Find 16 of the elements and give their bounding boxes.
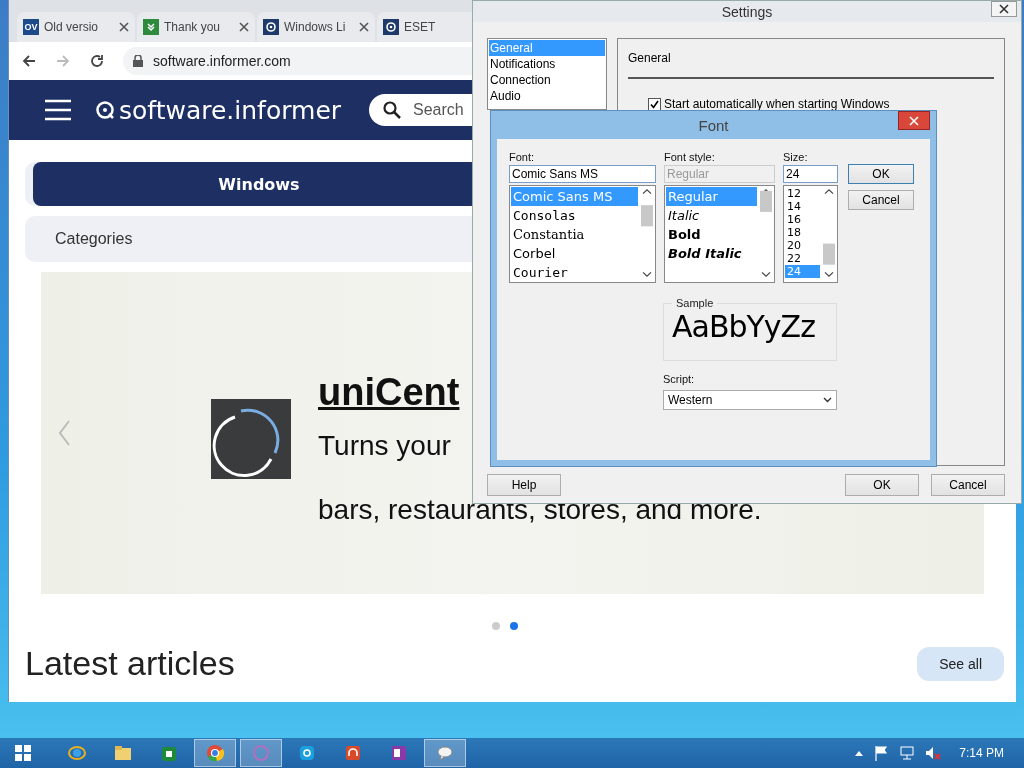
site-favicon: OV xyxy=(23,19,39,35)
field-label: Size: xyxy=(783,151,809,163)
section-title: Latest articles xyxy=(25,644,235,683)
app-description: Turns your xyxy=(318,429,452,462)
field-label: Script: xyxy=(663,373,696,385)
window-title: Settings xyxy=(721,3,773,20)
field-label: Font style: xyxy=(664,151,716,163)
group-label: Sample xyxy=(675,297,715,309)
url-text: software.informer.com xyxy=(153,53,291,69)
sample-text: AaBbYyZz xyxy=(672,309,815,344)
dialog-title: Font xyxy=(698,116,729,134)
panel-title: General xyxy=(628,51,994,80)
site-logo: software.informer xyxy=(119,95,342,125)
app-description: bars, restaurants, stores, and more. xyxy=(318,493,762,526)
clock: 7:14 PM xyxy=(959,746,1004,760)
field-label: Font: xyxy=(509,151,536,163)
